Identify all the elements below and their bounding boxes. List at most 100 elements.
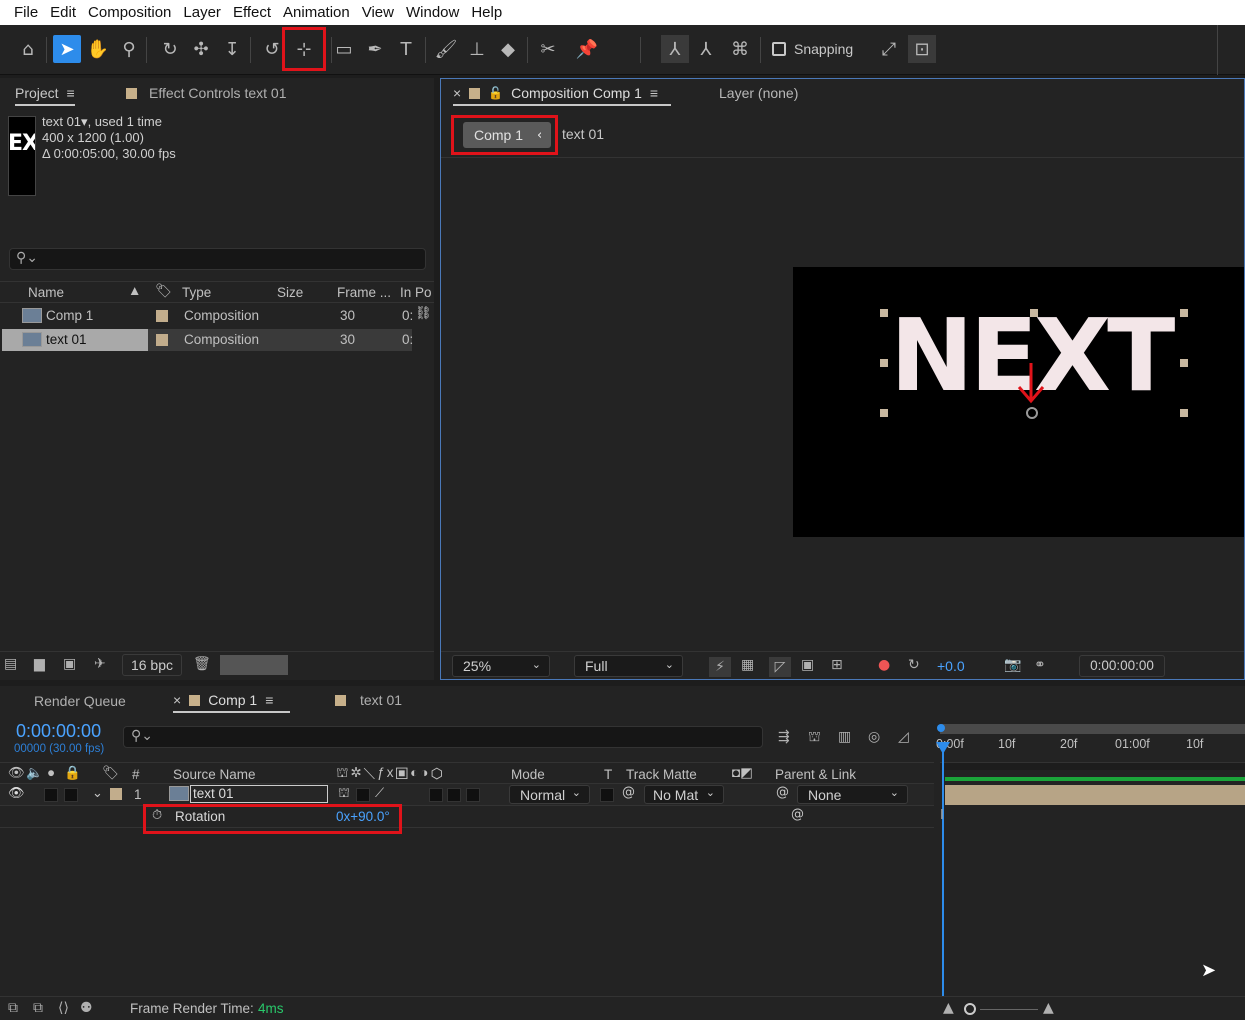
menu-animation[interactable]: Animation — [277, 0, 356, 25]
tab-effect-controls[interactable]: Effect Controls text 01 — [126, 85, 286, 101]
zoom-tool-icon[interactable]: ⚲ — [115, 35, 143, 63]
bbox-handle[interactable] — [1180, 359, 1188, 367]
layer-name[interactable]: text 01 — [190, 785, 328, 803]
rotation-tool-icon[interactable]: ↺ — [258, 35, 286, 63]
modes-toggle-icon[interactable]: ⚉ — [80, 1000, 93, 1016]
hand-tool-icon[interactable]: ✋ — [84, 35, 112, 63]
orbit-camera-icon[interactable]: ↻ — [156, 35, 184, 63]
bbox-handle[interactable] — [1180, 309, 1188, 317]
new-folder-icon[interactable]: ▆ — [34, 656, 45, 672]
tab-project[interactable]: Project ≡ — [15, 85, 75, 106]
render-time-toggle-icon[interactable]: ⧉ — [8, 1000, 18, 1016]
eye-icon[interactable]: 👁 — [8, 786, 25, 801]
pan-camera-icon[interactable]: ✣ — [187, 35, 215, 63]
snap-edges-icon[interactable]: ⤢ — [875, 35, 903, 63]
playhead[interactable] — [942, 746, 944, 996]
project-row-comp1[interactable]: Comp 1 Composition 30 0: ⛓ — [2, 305, 432, 327]
lock-icon[interactable]: 🔒 — [64, 765, 81, 781]
bbox-handle[interactable] — [1030, 309, 1038, 317]
tab-composition[interactable]: × 🔓 Composition Comp 1 ≡ — [453, 85, 671, 106]
clone-stamp-icon[interactable]: ⊥ — [463, 35, 491, 63]
col-name[interactable]: Name — [28, 285, 64, 300]
tab-comp1[interactable]: × Comp 1 ≡ — [173, 692, 290, 713]
solo-icon[interactable]: ● — [47, 765, 55, 780]
bbox-handle[interactable] — [1180, 409, 1188, 417]
color-channels-icon[interactable]: ● — [878, 657, 890, 673]
graph-editor-icon[interactable]: ◿ — [898, 729, 909, 745]
tab-text01[interactable]: text 01 — [335, 692, 402, 708]
menu-view[interactable]: View — [356, 0, 400, 25]
type-tool-icon[interactable]: T — [392, 35, 420, 63]
grid-guides-icon[interactable]: ⊞ — [831, 657, 843, 673]
audio-icon[interactable]: 🔈 — [26, 765, 43, 781]
roto-brush-icon[interactable]: ✂ — [534, 35, 562, 63]
parent-pick-whip-icon[interactable]: @ — [776, 785, 789, 800]
selection-tool-icon[interactable]: ➤ — [53, 35, 81, 63]
pan-behind-tool-icon[interactable]: ⊹ — [290, 35, 318, 63]
reset-exposure-icon[interactable]: ↻ — [908, 657, 920, 673]
work-area-bar[interactable] — [940, 724, 1245, 734]
puppet-pin-icon[interactable]: 📌 — [573, 35, 601, 63]
adjust-settings-icon[interactable]: ✈ — [94, 656, 106, 672]
zoom-dropdown[interactable]: 25% ⌄ — [452, 655, 550, 677]
parent-dropdown[interactable]: None ⌄ — [797, 785, 908, 804]
motion-blur-switch[interactable] — [466, 788, 480, 802]
transparency-grid-icon[interactable]: ▦ — [741, 657, 754, 673]
label-swatch[interactable] — [156, 334, 168, 346]
pick-whip-icon[interactable]: @ — [622, 785, 635, 800]
pen-tool-icon[interactable]: ✒ — [361, 35, 389, 63]
comp-timecode[interactable]: 0:00:00:00 — [1079, 655, 1165, 677]
lock-icon[interactable]: 🔓 — [488, 86, 503, 100]
home-icon[interactable]: ⌂ — [14, 35, 42, 63]
world-axis-icon[interactable]: ⅄ — [692, 35, 720, 63]
menu-composition[interactable]: Composition — [82, 0, 177, 25]
matte-icons[interactable]: ◘◩ — [732, 765, 753, 781]
track-matte-dropdown[interactable]: No Mat ⌄ — [644, 785, 724, 804]
view-axis-icon[interactable]: ⌘ — [726, 35, 754, 63]
col-frame[interactable]: Frame ... — [337, 285, 391, 300]
region-of-interest-icon[interactable]: ▣ — [801, 657, 814, 673]
col-t[interactable]: T — [604, 767, 612, 782]
frame-blend-switch[interactable] — [447, 788, 461, 802]
new-composition-icon[interactable]: ▣ — [63, 656, 76, 672]
eye-icon[interactable]: 👁 — [8, 765, 25, 781]
menu-effect[interactable]: Effect — [227, 0, 277, 25]
work-area-start-handle[interactable] — [937, 724, 945, 732]
close-icon[interactable]: × — [173, 692, 181, 708]
zoom-out-icon[interactable]: ▲ — [943, 1000, 954, 1016]
bbox-handle[interactable] — [880, 409, 888, 417]
breadcrumb-layer[interactable]: text 01 — [562, 126, 604, 142]
close-icon[interactable]: × — [453, 85, 461, 101]
label-tag-icon[interactable]: 🏷 — [155, 283, 172, 299]
breadcrumb-comp1[interactable]: Comp 1 ‹ — [463, 122, 551, 148]
switches-icons[interactable]: ⛫✲⟍ƒx▣◐◑⬡ — [336, 765, 445, 783]
col-type[interactable]: Type — [182, 285, 211, 300]
zoom-slider-handle[interactable] — [964, 1003, 976, 1015]
menu-edit[interactable]: Edit — [44, 0, 82, 25]
shy-layers-icon[interactable]: ⛫ — [808, 729, 821, 747]
zoom-in-icon[interactable]: ▲ — [1043, 1000, 1054, 1016]
brush-tool-icon[interactable]: 🖌 — [432, 35, 460, 63]
col-track-matte[interactable]: Track Matte — [626, 767, 697, 782]
col-source-name[interactable]: Source Name — [173, 767, 256, 782]
dolly-camera-icon[interactable]: ↧ — [218, 35, 246, 63]
preserve-transparency-switch[interactable] — [600, 788, 614, 802]
interpret-footage-icon[interactable]: ▤ — [4, 656, 17, 672]
label-tag-icon[interactable]: 🏷 — [102, 765, 119, 781]
col-number[interactable]: # — [132, 767, 140, 782]
panel-menu-icon[interactable]: ≡ — [66, 85, 74, 101]
col-inpoint[interactable]: In Po — [400, 285, 432, 300]
mode-dropdown[interactable]: Normal ⌄ — [509, 785, 590, 804]
rectangle-tool-icon[interactable]: ▭ — [330, 35, 358, 63]
quality-icon[interactable]: ⟋ — [375, 786, 384, 801]
layer-row[interactable]: 👁 ⌄ 1 text 01 ⛫ ⟋ Normal ⌄ @ No Mat ⌄ @ No… — [0, 784, 934, 806]
in-out-toggle-icon[interactable]: ⧉ — [33, 1000, 43, 1016]
project-search-input[interactable]: ⚲⌄ — [9, 248, 426, 270]
project-row-text01[interactable]: text 01 Composition 30 0: — [2, 329, 413, 351]
label-swatch[interactable] — [156, 310, 168, 322]
snapshot-camera-icon[interactable]: 📷 — [1004, 657, 1021, 673]
show-snapshot-icon[interactable]: ⚭ — [1034, 657, 1046, 673]
frame-blending-icon[interactable]: ▥ — [838, 729, 851, 745]
snap-features-icon[interactable]: ⊡ — [908, 35, 936, 63]
snapping-toggle[interactable]: Snapping — [772, 41, 853, 57]
